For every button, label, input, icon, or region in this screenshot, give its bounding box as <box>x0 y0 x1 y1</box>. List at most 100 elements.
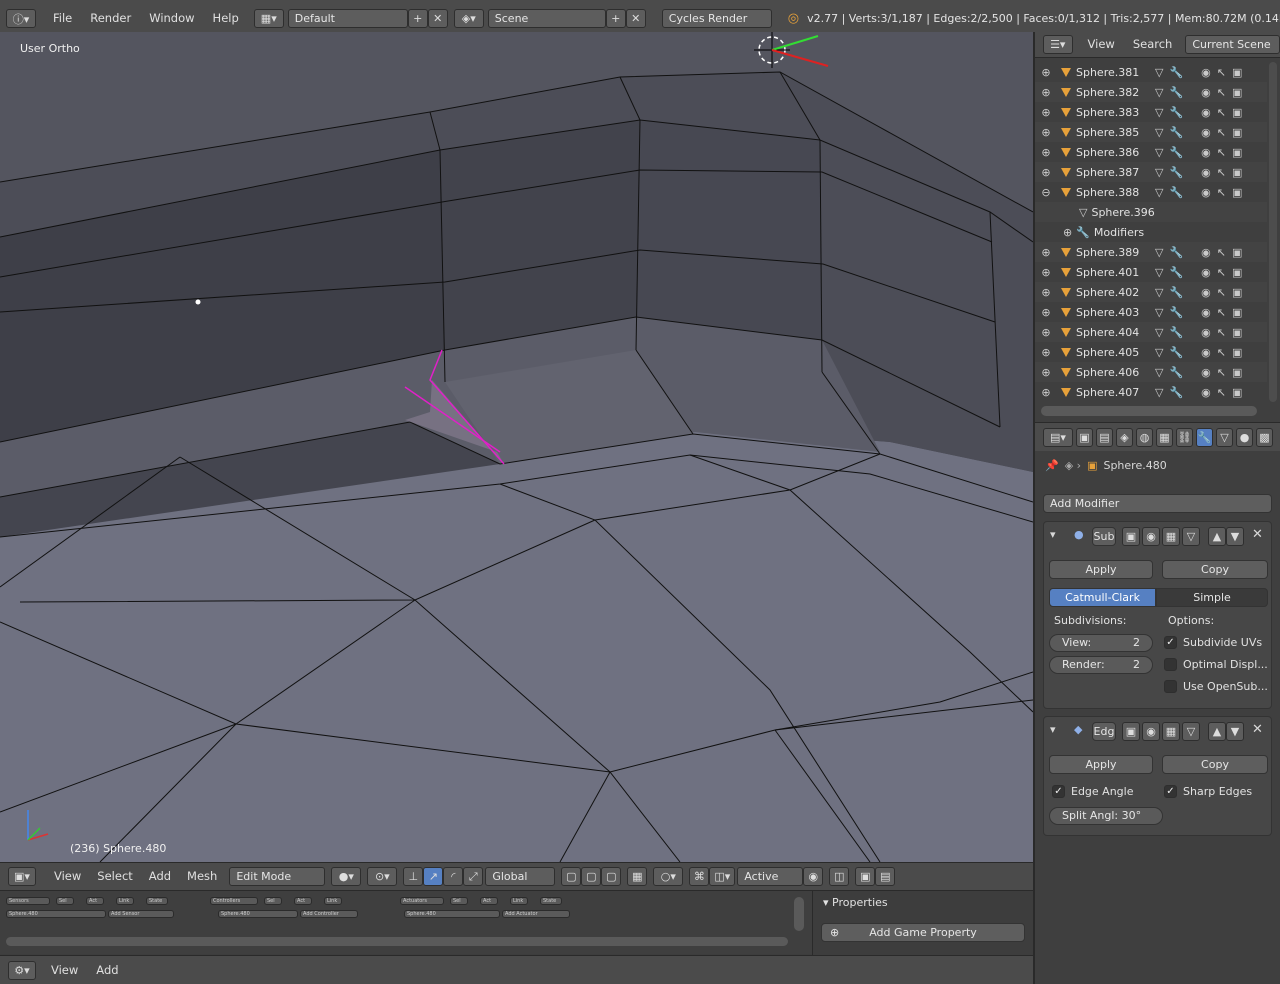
cursor-icon[interactable]: ↖ <box>1217 386 1226 399</box>
outliner-row[interactable]: ⊕ Sphere.406 ▽ 🔧 ◉ ↖ ▣ <box>1035 362 1267 382</box>
camera-icon[interactable]: ▣ <box>1232 146 1242 159</box>
snap-align-icon[interactable]: ◉ <box>803 867 824 886</box>
expand-icon[interactable]: ⊕ <box>1037 246 1055 259</box>
expand-icon[interactable]: ⊕ <box>1037 126 1055 139</box>
controllers-act[interactable]: Act <box>294 897 312 905</box>
manipulator-icon[interactable]: ⊥ <box>403 867 424 886</box>
eye-icon[interactable]: ◉ <box>1201 146 1211 159</box>
remove-scene-icon[interactable]: ✕ <box>625 9 646 28</box>
expand-icon[interactable]: ⊕ <box>1037 266 1055 279</box>
camera-icon[interactable]: ▣ <box>1232 246 1242 259</box>
expand-icon[interactable]: ⊕ <box>1037 326 1055 339</box>
snap-element-icon[interactable]: ◫▾ <box>709 867 736 886</box>
expand-icon[interactable]: ⊕ <box>1037 106 1055 119</box>
display-mode-select[interactable]: Current Scene <box>1185 35 1280 54</box>
pin-icon[interactable]: 📌 <box>1045 459 1059 472</box>
expand-triangle-icon[interactable]: ▾ <box>1050 528 1056 541</box>
editmode-toggle-icon[interactable]: ▦ <box>1162 527 1180 546</box>
eye-icon[interactable]: ◉ <box>1201 386 1211 399</box>
cursor-icon[interactable]: ↖ <box>1217 366 1226 379</box>
outliner-row[interactable]: ⊕ Sphere.404 ▽ 🔧 ◉ ↖ ▣ <box>1035 322 1267 342</box>
render-icon[interactable]: ◫ <box>829 867 850 886</box>
add-game-property-button[interactable]: ⊕ Add Game Property <box>821 923 1025 942</box>
eye-icon[interactable]: ◉ <box>1201 346 1211 359</box>
render-tab-icon[interactable]: ▣ <box>1076 427 1093 447</box>
eye-icon[interactable]: ◉ <box>1201 86 1211 99</box>
cursor-icon[interactable]: ↖ <box>1217 286 1226 299</box>
outliner-menu-search[interactable]: Search <box>1124 34 1182 55</box>
mode-select[interactable]: Edit Mode <box>229 867 326 886</box>
menu-window[interactable]: Window <box>140 8 203 29</box>
outliner-row[interactable]: ⊕ Sphere.403 ▽ 🔧 ◉ ↖ ▣ <box>1035 302 1267 322</box>
actuators-act[interactable]: Act <box>480 897 498 905</box>
material-tab-icon[interactable]: ● <box>1236 427 1253 447</box>
add-modifier-select[interactable]: Add Modifier <box>1043 494 1272 513</box>
expand-icon[interactable]: ⊕ <box>1037 286 1055 299</box>
outliner-row[interactable]: ⊖ Sphere.388 ▽ 🔧 ◉ ↖ ▣ <box>1035 182 1267 202</box>
subsurf-apply-button[interactable]: Apply <box>1049 560 1153 579</box>
expand-icon[interactable]: ⊕ <box>1037 166 1055 179</box>
rotate-icon[interactable]: ◜ <box>443 867 464 886</box>
actuators-link[interactable]: Link <box>510 897 528 905</box>
expand-icon[interactable]: ⊕ <box>1037 346 1055 359</box>
viewport-toggle-icon[interactable]: ◉ <box>1142 722 1160 741</box>
layers-tab-icon[interactable]: ▤ <box>1096 427 1113 447</box>
add-actuator-button[interactable]: Add Actuator <box>502 910 570 918</box>
cursor-icon[interactable]: ↖ <box>1217 186 1226 199</box>
outliner-row[interactable]: ⊕ Sphere.385 ▽ 🔧 ◉ ↖ ▣ <box>1035 122 1267 142</box>
sensors-dropdown[interactable]: Sensors <box>6 897 50 905</box>
editor-type-3d-icon[interactable]: ▣▾ <box>8 867 36 886</box>
subsurf-name-field[interactable]: Sub <box>1092 527 1116 546</box>
outliner-menu-view[interactable]: View <box>1079 34 1124 55</box>
eye-icon[interactable]: ◉ <box>1201 306 1211 319</box>
move-down-icon[interactable]: ▼ <box>1226 722 1244 741</box>
outliner-row[interactable]: ⊕ Sphere.389 ▽ 🔧 ◉ ↖ ▣ <box>1035 242 1267 262</box>
snap-icon[interactable]: ⌘ <box>689 867 710 886</box>
expand-icon[interactable]: ⊕ <box>1037 306 1055 319</box>
expand-icon[interactable]: ⊖ <box>1037 186 1055 199</box>
scene-field[interactable]: Scene <box>487 9 606 28</box>
sensors-link[interactable]: Link <box>116 897 134 905</box>
menu-render[interactable]: Render <box>81 8 140 29</box>
texture-icon[interactable]: ▢ <box>601 867 622 886</box>
outliner-row[interactable]: ⊕ Sphere.387 ▽ 🔧 ◉ ↖ ▣ <box>1035 162 1267 182</box>
edge-angle-checkbox[interactable]: ✓ Edge Angle <box>1052 785 1133 798</box>
editor-type-info-icon[interactable]: ⓘ▾ <box>6 9 36 28</box>
sensors-sel[interactable]: Sel <box>56 897 74 905</box>
outliner-scrollbar-v[interactable] <box>1269 62 1277 402</box>
camera-icon[interactable]: ▣ <box>1232 306 1242 319</box>
subsurf-copy-button[interactable]: Copy <box>1162 560 1268 579</box>
world-tab-icon[interactable]: ◍ <box>1136 427 1153 447</box>
scene-icon[interactable]: ◈▾ <box>453 9 484 28</box>
occlude-icon[interactable]: ▦ <box>627 867 648 886</box>
camera-icon[interactable]: ▣ <box>1232 66 1242 79</box>
controllers-link[interactable]: Link <box>324 897 342 905</box>
viewport-toggle-icon[interactable]: ◉ <box>1142 527 1160 546</box>
remove-layout-icon[interactable]: ✕ <box>427 9 448 28</box>
remove-modifier-icon[interactable]: ✕ <box>1252 527 1263 542</box>
split-angle-field[interactable]: Split Angl: 30° <box>1049 807 1163 825</box>
constraints-tab-icon[interactable]: ⛓ <box>1176 427 1193 447</box>
camera-icon[interactable]: ▣ <box>1232 366 1242 379</box>
camera-icon[interactable]: ▣ <box>1232 386 1242 399</box>
menu-view[interactable]: View <box>46 866 89 887</box>
scene-tab-icon[interactable]: ◈ <box>1116 427 1133 447</box>
camera-icon[interactable]: ▣ <box>855 867 876 886</box>
sensors-act[interactable]: Act <box>86 897 104 905</box>
3d-viewport[interactable]: User Ortho (236) Sphere.480 <box>0 32 1033 862</box>
eye-icon[interactable]: ◉ <box>1201 326 1211 339</box>
outliner-row[interactable]: ▽ Sphere.396 <box>1035 202 1267 222</box>
editor-type-properties-icon[interactable]: ▤▾ <box>1043 427 1073 447</box>
eye-icon[interactable]: ◉ <box>1201 246 1211 259</box>
controllers-dropdown[interactable]: Controllers <box>210 897 258 905</box>
cursor-icon[interactable]: ↖ <box>1217 246 1226 259</box>
clapper-icon[interactable]: ▤ <box>875 867 896 886</box>
render-toggle-icon[interactable]: ▣ <box>1122 527 1140 546</box>
sensors-state[interactable]: State <box>146 897 168 905</box>
render-toggle-icon[interactable]: ▣ <box>1122 722 1140 741</box>
outliner-row[interactable]: ⊕ Sphere.405 ▽ 🔧 ◉ ↖ ▣ <box>1035 342 1267 362</box>
eye-icon[interactable]: ◉ <box>1201 286 1211 299</box>
outliner-row[interactable]: ⊕ Sphere.401 ▽ 🔧 ◉ ↖ ▣ <box>1035 262 1267 282</box>
editor-type-logic-icon[interactable]: ⚙▾ <box>8 960 36 980</box>
camera-icon[interactable]: ▣ <box>1232 86 1242 99</box>
